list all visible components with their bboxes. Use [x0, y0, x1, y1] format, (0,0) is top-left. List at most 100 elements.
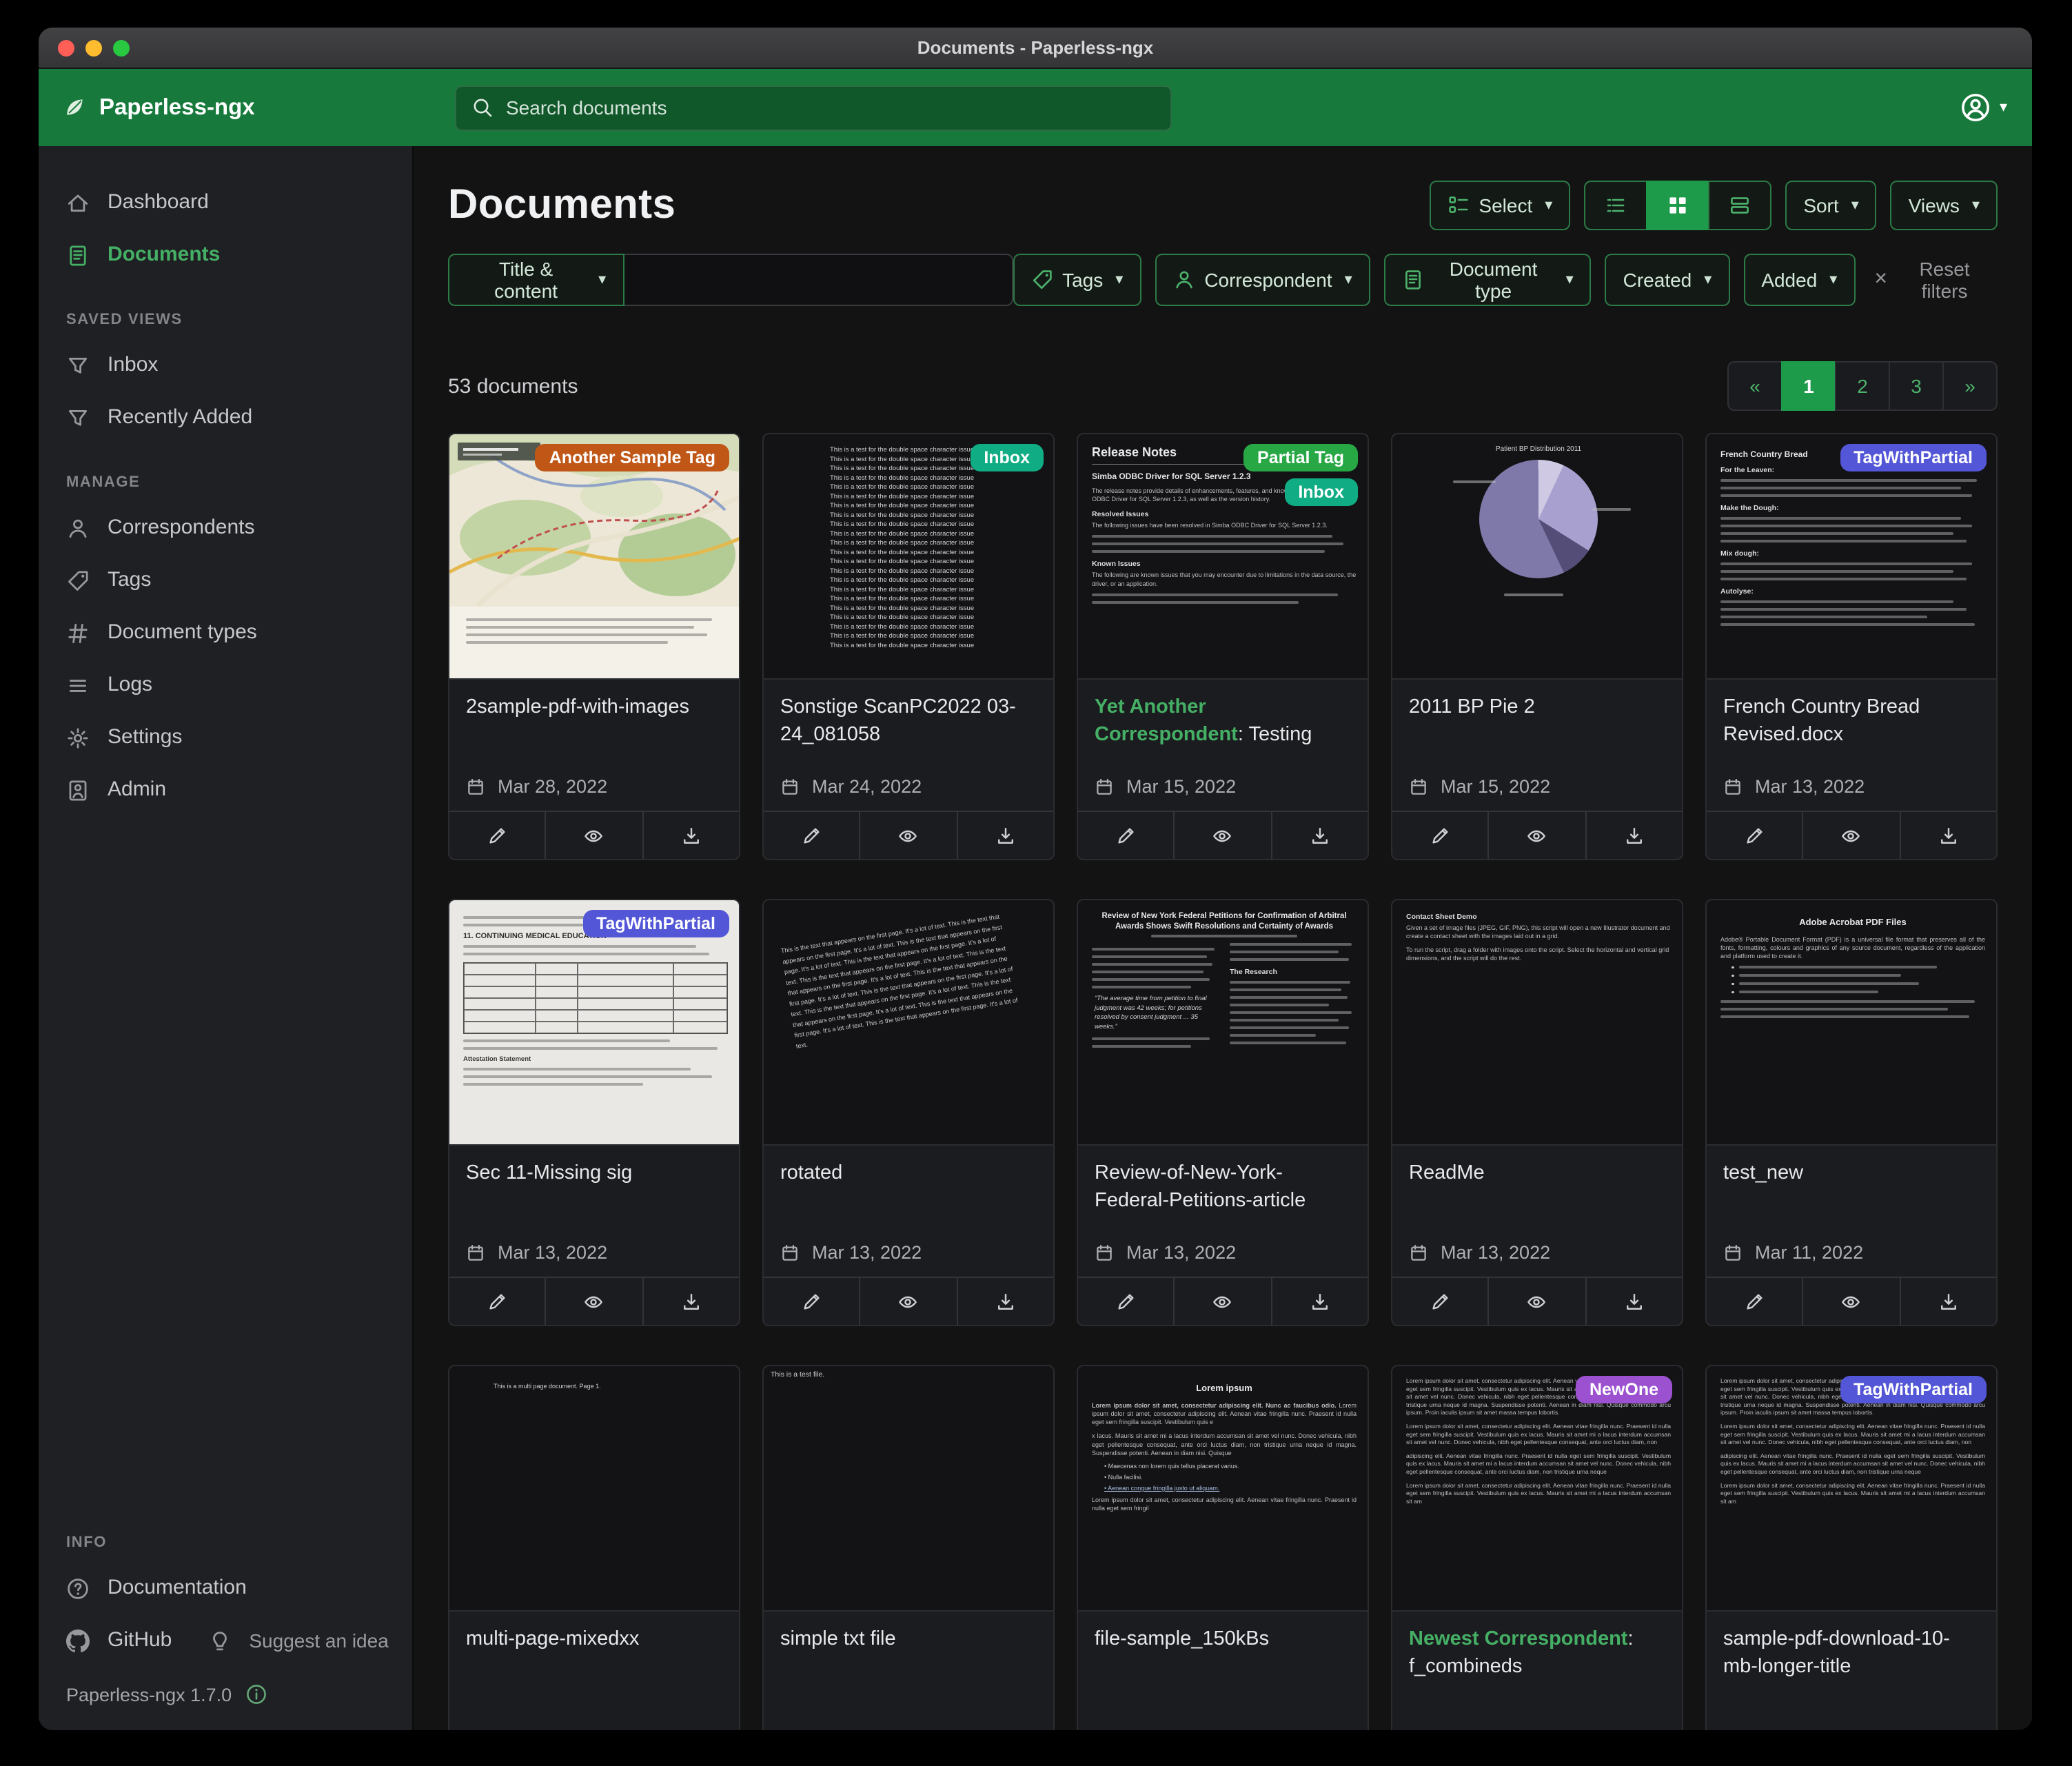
- sidebar-item-dashboard[interactable]: Dashboard: [39, 176, 412, 229]
- view-document-button[interactable]: [545, 1278, 642, 1325]
- pagination-page-1-button[interactable]: 1: [1781, 361, 1836, 411]
- document-title[interactable]: Newest Correspondent: f_combineds: [1409, 1625, 1665, 1681]
- tag-badge[interactable]: Partial Tag: [1243, 444, 1358, 471]
- edit-document-button[interactable]: [449, 812, 545, 859]
- download-document-button[interactable]: [956, 812, 1053, 859]
- download-document-button[interactable]: [1899, 1278, 1996, 1325]
- minimize-window-button[interactable]: [85, 40, 102, 57]
- user-menu[interactable]: ▾: [1961, 92, 2007, 123]
- document-thumbnail[interactable]: Lorem ipsum dolor sit amet, consectetur …: [1392, 1366, 1682, 1612]
- download-document-button[interactable]: [642, 1278, 739, 1325]
- download-document-button[interactable]: [1585, 812, 1682, 859]
- pagination-next-button[interactable]: »: [1942, 361, 1998, 411]
- document-title[interactable]: test_new: [1723, 1159, 1980, 1188]
- sidebar-item-admin[interactable]: Admin: [39, 764, 412, 816]
- tag-badge[interactable]: TagWithPartial: [1840, 444, 1987, 471]
- pagination-prev-button[interactable]: «: [1727, 361, 1782, 411]
- document-title[interactable]: Review-of-New-York-Federal-Petitions-art…: [1095, 1159, 1351, 1215]
- sidebar-item-recently-added[interactable]: Recently Added: [39, 392, 412, 444]
- document-title[interactable]: French Country Bread Revised.docx: [1723, 693, 1980, 749]
- download-document-button[interactable]: [1585, 1278, 1682, 1325]
- document-title[interactable]: sample-pdf-download-10-mb-longer-title: [1723, 1625, 1980, 1681]
- document-thumbnail[interactable]: Lorem ipsum dolor sit amet, consectetur …: [1707, 1366, 1996, 1612]
- search-box[interactable]: [455, 85, 1172, 130]
- tag-badge[interactable]: TagWithPartial: [1840, 1376, 1987, 1403]
- view-document-button[interactable]: [1488, 1278, 1585, 1325]
- view-document-button[interactable]: [1802, 1278, 1900, 1325]
- edit-document-button[interactable]: [1078, 812, 1174, 859]
- download-document-button[interactable]: [956, 1278, 1053, 1325]
- document-title[interactable]: multi-page-mixedxx: [466, 1625, 722, 1654]
- document-title[interactable]: Yet Another Correspondent: Testing Email: [1095, 693, 1351, 751]
- download-document-button[interactable]: [642, 812, 739, 859]
- tag-badge[interactable]: TagWithPartial: [582, 910, 729, 937]
- view-document-button[interactable]: [1174, 812, 1271, 859]
- tag-badge[interactable]: NewOne: [1576, 1376, 1672, 1403]
- sidebar-item-documents[interactable]: Documents: [39, 229, 412, 281]
- brand[interactable]: Paperless-ngx: [63, 94, 455, 121]
- document-thumbnail[interactable]: Adobe Acrobat PDF FilesAdobe® Portable D…: [1707, 900, 1996, 1146]
- edit-document-button[interactable]: [1392, 812, 1488, 859]
- sidebar-item-logs[interactable]: Logs: [39, 659, 412, 711]
- document-thumbnail[interactable]: This is a test file.: [764, 1366, 1053, 1612]
- sidebar-item-tags[interactable]: Tags: [39, 554, 412, 607]
- document-title[interactable]: ReadMe: [1409, 1159, 1665, 1188]
- select-dropdown-button[interactable]: Select ▾: [1429, 181, 1570, 230]
- document-title[interactable]: 2sample-pdf-with-images: [466, 693, 722, 722]
- edit-document-button[interactable]: [1392, 1278, 1488, 1325]
- download-document-button[interactable]: [1899, 812, 1996, 859]
- info-circle-icon[interactable]: [245, 1683, 267, 1705]
- document-thumbnail[interactable]: Contact Sheet DemoGiven a set of image f…: [1392, 900, 1682, 1146]
- grid-view-button[interactable]: [1646, 181, 1709, 230]
- sidebar-item-correspondents[interactable]: Correspondents: [39, 502, 412, 554]
- document-title[interactable]: simple txt file: [780, 1625, 1037, 1654]
- document-thumbnail[interactable]: This is the text that appears on the fir…: [764, 900, 1053, 1146]
- card-correspondent[interactable]: Newest Correspondent: [1409, 1628, 1627, 1650]
- sidebar-item-settings[interactable]: Settings: [39, 711, 412, 764]
- title-content-input[interactable]: [624, 254, 1013, 306]
- document-title[interactable]: Sec 11-Missing sig: [466, 1159, 722, 1188]
- document-thumbnail[interactable]: 11. CONTINUING MEDICAL EDUCATIONAttestat…: [449, 900, 739, 1146]
- document-title[interactable]: file-sample_150kBs: [1095, 1625, 1351, 1654]
- document-title[interactable]: 2011 BP Pie 2: [1409, 693, 1665, 722]
- view-document-button[interactable]: [545, 812, 642, 859]
- document-thumbnail[interactable]: French Country BreadFor the Leaven:Make …: [1707, 434, 1996, 680]
- document-title[interactable]: rotated: [780, 1159, 1037, 1188]
- sidebar-item-github[interactable]: GitHub: [39, 1614, 180, 1667]
- edit-document-button[interactable]: [764, 812, 860, 859]
- view-document-button[interactable]: [860, 1278, 957, 1325]
- document-thumbnail[interactable]: This is a multi page document. Page 1.: [449, 1366, 739, 1612]
- views-dropdown-button[interactable]: Views ▾: [1891, 181, 1998, 230]
- reset-filters-button[interactable]: × Reset filters: [1869, 258, 1998, 302]
- tag-badge[interactable]: Inbox: [970, 444, 1044, 471]
- sidebar-item-inbox[interactable]: Inbox: [39, 339, 412, 392]
- pagination-page-2-button[interactable]: 2: [1835, 361, 1890, 411]
- document-thumbnail[interactable]: Review of New York Federal Petitions for…: [1078, 900, 1368, 1146]
- pagination-page-3-button[interactable]: 3: [1889, 361, 1944, 411]
- edit-document-button[interactable]: [1078, 1278, 1174, 1325]
- added-filter-button[interactable]: Added ▾: [1743, 254, 1855, 306]
- detail-view-button[interactable]: [1708, 181, 1771, 230]
- edit-document-button[interactable]: [1707, 812, 1802, 859]
- document-type-filter-button[interactable]: Document type ▾: [1384, 254, 1592, 306]
- zoom-window-button[interactable]: [113, 40, 130, 57]
- download-document-button[interactable]: [1270, 812, 1368, 859]
- document-thumbnail[interactable]: Release NotesSimba ODBC Driver for SQL S…: [1078, 434, 1368, 680]
- document-thumbnail[interactable]: This is a test for the double space char…: [764, 434, 1053, 680]
- sort-dropdown-button[interactable]: Sort ▾: [1785, 181, 1876, 230]
- card-correspondent[interactable]: Yet Another Correspondent: [1095, 696, 1238, 747]
- view-document-button[interactable]: [860, 812, 957, 859]
- edit-document-button[interactable]: [1707, 1278, 1802, 1325]
- title-content-dropdown-button[interactable]: Title & content ▾: [448, 254, 624, 306]
- view-document-button[interactable]: [1802, 812, 1900, 859]
- sidebar-item-suggest-idea[interactable]: Suggest an idea: [180, 1614, 396, 1667]
- download-document-button[interactable]: [1270, 1278, 1368, 1325]
- tags-filter-button[interactable]: Tags ▾: [1013, 254, 1141, 306]
- created-filter-button[interactable]: Created ▾: [1605, 254, 1730, 306]
- search-input[interactable]: [506, 97, 1155, 119]
- tag-badge[interactable]: Inbox: [1284, 478, 1358, 506]
- close-window-button[interactable]: [58, 40, 74, 57]
- correspondent-filter-button[interactable]: Correspondent ▾: [1155, 254, 1370, 306]
- list-view-button[interactable]: [1584, 181, 1647, 230]
- document-thumbnail[interactable]: Patient BP Distribution 2011: [1392, 434, 1682, 680]
